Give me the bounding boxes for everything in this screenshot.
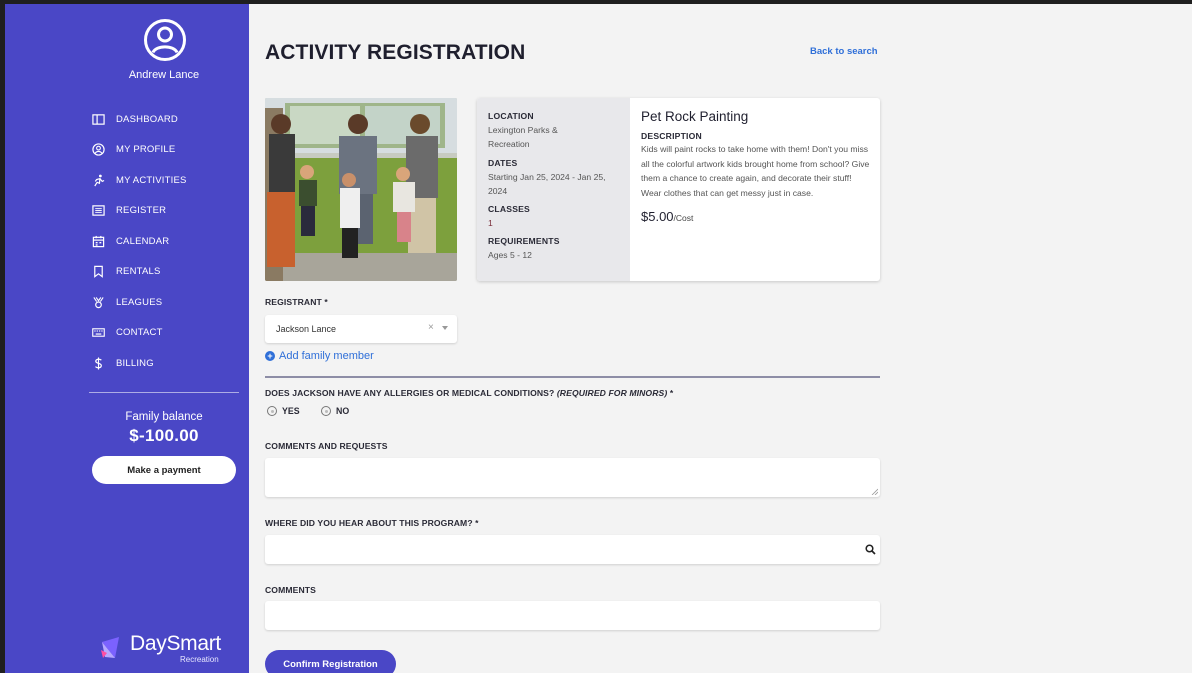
sidebar-item-label: RENTALS: [116, 266, 161, 278]
hear-about-label: WHERE DID YOU HEAR ABOUT THIS PROGRAM? *: [265, 518, 479, 528]
back-to-search-link[interactable]: Back to search: [810, 46, 878, 57]
sidebar: Andrew Lance DASHBOARD MY PROFILE MY ACT…: [5, 4, 249, 673]
sidebar-item-my-activities[interactable]: MY ACTIVITIES: [91, 165, 187, 196]
sidebar-item-register[interactable]: REGISTER: [91, 196, 187, 227]
sidebar-item-label: MY ACTIVITIES: [116, 174, 187, 186]
classes-value: 1: [488, 218, 493, 228]
comments-requests-label: COMMENTS AND REQUESTS: [265, 441, 388, 451]
daysmart-logo-icon: [101, 637, 119, 658]
section-divider: [265, 376, 880, 378]
location-value: Lexington Parks & Recreation: [488, 125, 558, 149]
activity-summary: Pet Rock Painting DESCRIPTION Kids will …: [641, 109, 873, 224]
allergy-yes-radio[interactable]: YES: [267, 406, 300, 416]
sidebar-item-leagues[interactable]: LEAGUES: [91, 287, 187, 318]
sidebar-item-label: BILLING: [116, 357, 154, 369]
profile-icon: [91, 143, 105, 156]
dollar-icon: [94, 357, 102, 370]
registrant-value: Jackson Lance: [276, 324, 337, 334]
page-title: ACTIVITY REGISTRATION: [265, 41, 526, 64]
sidebar-item-label: REGISTER: [116, 205, 167, 217]
activity-title: Pet Rock Painting: [641, 109, 749, 124]
dates-label: DATES: [488, 158, 518, 168]
dates-value: Starting Jan 25, 2024 - Jan 25, 2024: [488, 172, 606, 196]
daysmart-logo: DaySmart Recreation: [99, 632, 229, 668]
sidebar-item-rentals[interactable]: RENTALS: [91, 257, 187, 288]
activity-meta-panel: LOCATION Lexington Parks & Recreation DA…: [477, 98, 630, 281]
app-window: Andrew Lance DASHBOARD MY PROFILE MY ACT…: [5, 4, 1192, 673]
radio-label: YES: [282, 406, 300, 416]
dashboard-icon: [91, 114, 105, 125]
sidebar-item-label: CONTACT: [116, 327, 163, 339]
user-avatar-icon[interactable]: [143, 18, 187, 62]
description-text: Kids will paint rocks to take home with …: [641, 144, 870, 198]
registrant-select[interactable]: Jackson Lance ×: [265, 315, 457, 343]
resize-handle-icon[interactable]: [871, 488, 878, 495]
location-label: LOCATION: [488, 111, 534, 121]
sidebar-item-label: DASHBOARD: [116, 113, 178, 125]
activity-icon: [93, 174, 104, 187]
logo-subtitle: Recreation: [180, 655, 219, 664]
sidebar-item-contact[interactable]: CONTACT: [91, 318, 187, 349]
register-icon: [91, 205, 105, 216]
chevron-down-icon[interactable]: [442, 326, 448, 330]
classes-label: CLASSES: [488, 204, 530, 214]
sidebar-item-dashboard[interactable]: DASHBOARD: [91, 104, 187, 135]
sidebar-item-label: MY PROFILE: [116, 144, 176, 156]
allergy-no-radio[interactable]: NO: [321, 406, 349, 416]
required-marker: *: [667, 388, 674, 398]
bookmark-icon: [93, 266, 103, 279]
allergy-question: DOES JACKSON HAVE ANY ALLERGIES OR MEDIC…: [265, 388, 673, 398]
add-family-label: Add family member: [279, 350, 374, 362]
allergy-question-text: DOES JACKSON HAVE ANY ALLERGIES OR MEDIC…: [265, 388, 555, 398]
registrant-label: REGISTRANT *: [265, 297, 328, 307]
comments-requests-textarea[interactable]: [265, 458, 880, 497]
sidebar-item-calendar[interactable]: CALENDAR: [91, 226, 187, 257]
add-family-member-link[interactable]: + Add family member: [265, 350, 374, 362]
requirements-value: Ages 5 - 12: [488, 250, 532, 260]
sidebar-divider: [89, 392, 239, 393]
sidebar-item-label: LEAGUES: [116, 296, 163, 308]
radio-circle-icon: [321, 406, 331, 416]
radio-circle-icon: [267, 406, 277, 416]
activity-price: $5.00/Cost: [641, 209, 873, 224]
comments-label: COMMENTS: [265, 585, 316, 595]
sidebar-item-billing[interactable]: BILLING: [91, 348, 187, 379]
price-unit: /Cost: [673, 213, 694, 223]
description-label: DESCRIPTION: [641, 131, 702, 141]
hear-about-search-input[interactable]: [265, 535, 880, 564]
allergy-required-note: (REQUIRED FOR MINORS): [556, 388, 668, 398]
clear-selection-icon[interactable]: ×: [428, 322, 434, 333]
radio-label: NO: [336, 406, 350, 416]
sidebar-item-label: CALENDAR: [116, 235, 170, 247]
sidebar-item-my-profile[interactable]: MY PROFILE: [91, 135, 187, 166]
keyboard-icon: [91, 328, 105, 338]
calendar-icon: [92, 235, 104, 247]
activity-photo: [265, 98, 457, 281]
make-payment-button[interactable]: Make a payment: [92, 456, 236, 484]
plus-circle-icon: +: [265, 351, 275, 361]
requirements-label: REQUIREMENTS: [488, 236, 560, 246]
medal-icon: [92, 296, 104, 308]
sidebar-nav: DASHBOARD MY PROFILE MY ACTIVITIES REGIS…: [91, 104, 187, 379]
logo-text: DaySmart: [130, 632, 221, 655]
search-icon[interactable]: [865, 544, 876, 555]
activity-details-card: LOCATION Lexington Parks & Recreation DA…: [477, 98, 880, 281]
comments-input[interactable]: [265, 601, 880, 630]
price-value: $5.00: [641, 209, 674, 224]
confirm-registration-button[interactable]: Confirm Registration: [265, 650, 396, 673]
main-content: ACTIVITY REGISTRATION Back to search LOC…: [249, 4, 1192, 673]
